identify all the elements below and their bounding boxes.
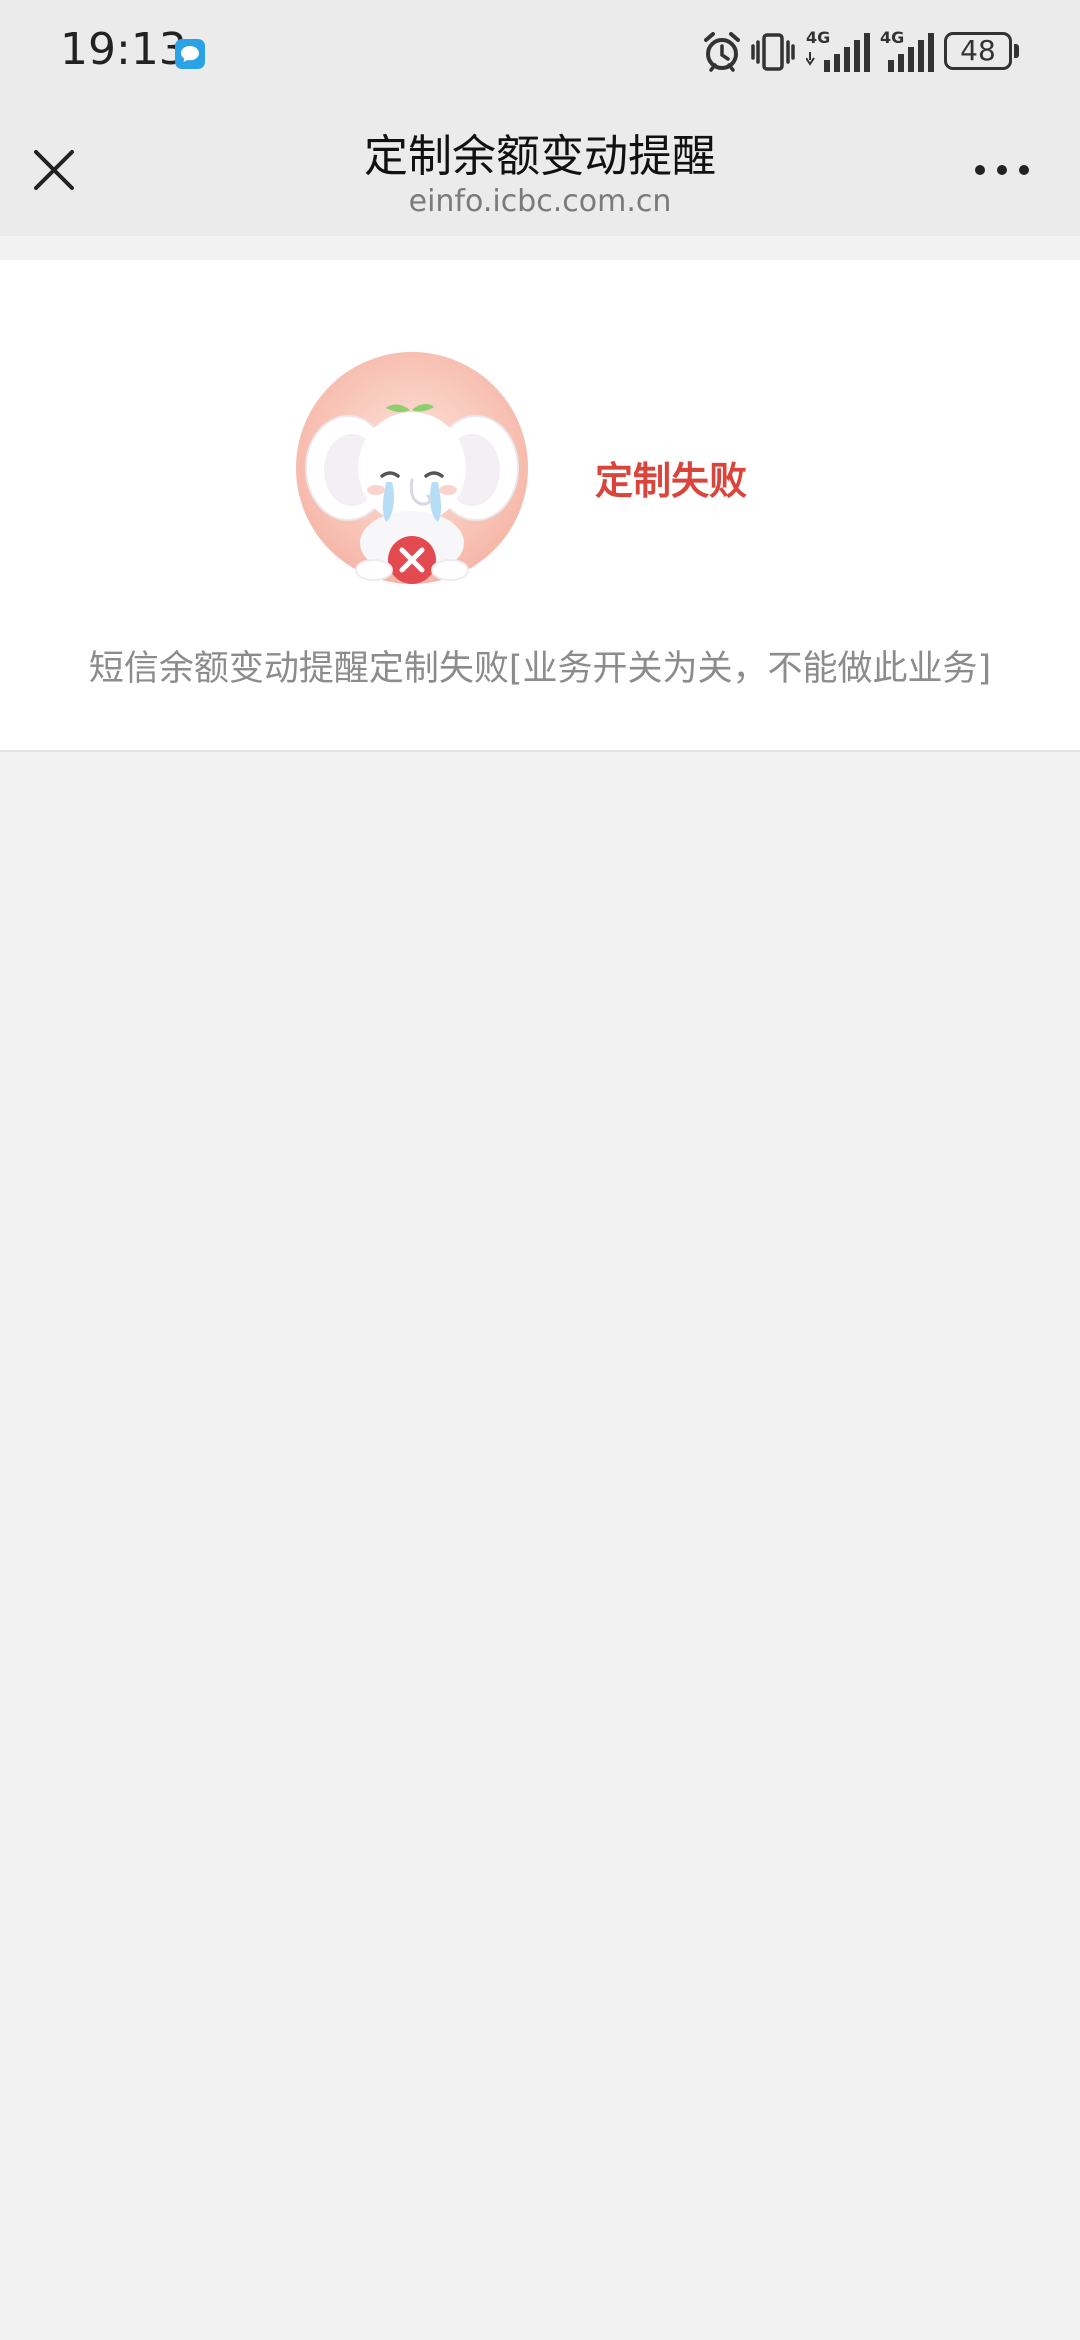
result-title: 定制失败 xyxy=(595,459,748,503)
status-bar: 19:13 4G 4G 48 xyxy=(0,0,1080,104)
more-icon[interactable] xyxy=(972,146,1032,194)
signal-icon xyxy=(806,33,870,72)
battery-level: 48 xyxy=(960,34,996,67)
alarm-icon xyxy=(704,32,740,72)
status-time: 19:13 xyxy=(60,24,187,75)
message-icon xyxy=(175,39,205,69)
battery-icon: 48 xyxy=(944,32,1012,70)
result-card: 定制失败 短信余额变动提醒定制失败[业务开关为关，不能做此业务] xyxy=(0,260,1080,752)
battery-cap xyxy=(1014,44,1019,58)
signal-icon xyxy=(888,33,934,72)
signal-2: 4G xyxy=(880,28,936,74)
vibrate-icon xyxy=(751,33,795,71)
page-title: 定制余额变动提醒 xyxy=(364,131,716,182)
signal-1: 4G xyxy=(806,28,872,74)
title-bar: 定制余额变动提醒 einfo.icbc.com.cn xyxy=(0,104,1080,236)
crying-elephant-mascot-icon xyxy=(296,352,528,584)
result-description: 短信余额变动提醒定制失败[业务开关为关，不能做此业务] xyxy=(88,649,992,689)
page-url: einfo.icbc.com.cn xyxy=(408,184,672,219)
